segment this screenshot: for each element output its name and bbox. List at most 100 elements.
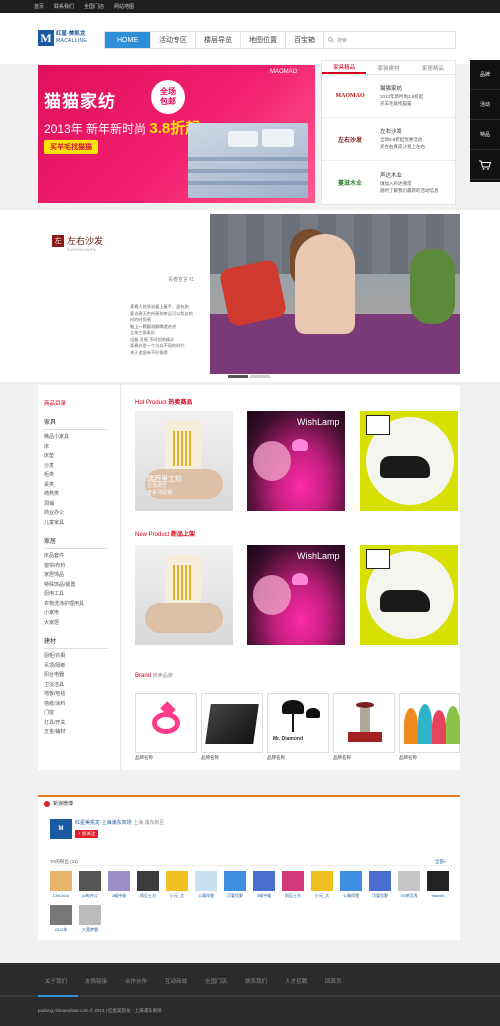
top-link-sitemap[interactable]: 网站地图 (114, 3, 134, 10)
account-name[interactable]: 红星美凯龙·上海浦东商场 (75, 820, 132, 826)
brand-card[interactable] (201, 693, 263, 753)
fan-name[interactable]: 公寓伴狸 (192, 893, 220, 899)
tab-row[interactable]: MAOMAO 猫猫家纺 2013年新时尚3.8折起 买羊毛就找猫猫 (322, 75, 455, 118)
brand-name[interactable]: 品牌名称 (201, 755, 219, 761)
brand-card[interactable] (399, 693, 460, 753)
category-item[interactable]: 大家居 (44, 619, 108, 629)
fan-avatar[interactable] (398, 871, 420, 891)
category-item[interactable]: 床垫 (44, 452, 108, 462)
product-card-plate[interactable] (360, 545, 458, 645)
slider-dot[interactable] (250, 375, 270, 378)
fan-avatar[interactable] (137, 871, 159, 891)
category-item[interactable]: 墙纸/涂料 (44, 700, 108, 710)
fan-avatar[interactable] (340, 871, 362, 891)
category-item[interactable]: 灯具/开关 (44, 719, 108, 729)
footer-link-mall[interactable]: 互动商城 (165, 977, 187, 985)
nav-map[interactable]: 地图位置 (241, 32, 286, 48)
category-item[interactable]: 五金/辅材 (44, 728, 108, 738)
search-input[interactable]: 搜索 (324, 32, 455, 48)
fan-name[interactable]: 可爱信野 (366, 893, 394, 899)
fan-name[interactable]: 公寓伴狸 (337, 893, 365, 899)
category-item[interactable]: 柜类 (44, 471, 108, 481)
brand-card[interactable] (135, 693, 197, 753)
top-link-stores[interactable]: 全国门店 (84, 3, 104, 10)
category-item[interactable]: 洞铺 (44, 500, 108, 510)
banner-cta-button[interactable]: 买羊毛找猫猫 (44, 140, 98, 154)
category-item[interactable]: 儿童家具 (44, 519, 108, 529)
follow-button[interactable]: + 加关注 (75, 830, 99, 838)
category-item[interactable]: 精品小家具 (44, 433, 108, 443)
fan-avatar[interactable] (195, 871, 217, 891)
category-item[interactable]: 床 (44, 443, 108, 453)
category-item[interactable]: 床品套件 (44, 552, 108, 562)
brand-name[interactable]: 品牌名称 (333, 755, 351, 761)
nav-floors[interactable]: 楼层导览 (196, 32, 241, 48)
category-item[interactable]: 桌类 (44, 481, 108, 491)
nav-treasure[interactable]: 百宝箱 (286, 32, 324, 48)
slider-dot[interactable] (228, 375, 248, 378)
category-item[interactable]: 卫浴洁具 (44, 681, 108, 691)
fan-name[interactable]: 大营梦雷 (76, 927, 104, 933)
product-card-plate[interactable] (360, 411, 458, 511)
fan-name[interactable]: 3喵乎喵 (250, 893, 278, 899)
tab-home[interactable]: 家居精品 (411, 61, 455, 74)
sidebar-cart[interactable] (470, 150, 500, 180)
fan-name[interactable]: ju的办公 (76, 893, 104, 899)
category-item[interactable]: 厨柜/衣橱 (44, 652, 108, 662)
fan-name[interactable]: 小元_大 (308, 893, 336, 899)
category-item[interactable]: 小家电 (44, 609, 108, 619)
fan-name[interactable]: biaoshi (424, 893, 452, 898)
site-logo[interactable]: M 红星·美凯龙 MACALLINE (38, 29, 96, 47)
category-item[interactable]: 窗帘/布料 (44, 562, 108, 572)
product-card-cup[interactable] (135, 545, 233, 645)
brand-card[interactable]: Mr. Diamond (267, 693, 329, 753)
fan-avatar[interactable] (79, 871, 101, 891)
footer-link-home[interactable]: 回首页 (325, 977, 342, 985)
fan-avatar[interactable] (253, 871, 275, 891)
fan-avatar[interactable] (108, 871, 130, 891)
sofa-photo[interactable] (210, 214, 460, 374)
fan-name[interactable]: 再见土方 (279, 893, 307, 899)
brand-name[interactable]: 品牌名称 (135, 755, 153, 761)
promo-banner[interactable]: MAOMAO 猫猫家纺 全场 包邮 2013年 新年新时尚 3.8折起 买羊毛找猫… (38, 65, 315, 203)
footer-link-friends[interactable]: 友情链接 (85, 977, 107, 985)
brand-card[interactable] (333, 693, 395, 753)
footer-link-stores[interactable]: 全国门店 (205, 977, 227, 985)
product-card-cup[interactable]: 瑞西里工坊 生活调艺 全系列促销 (135, 411, 233, 511)
product-card-wishlamp[interactable]: WishLamp (247, 545, 345, 645)
category-item[interactable]: 阳台电器 (44, 671, 108, 681)
fan-avatar[interactable] (427, 871, 449, 891)
nav-home[interactable]: HOME (105, 32, 151, 48)
fan-avatar[interactable] (79, 905, 101, 925)
fan-name[interactable]: ChiChiJu (47, 893, 75, 898)
tab-row[interactable]: 蔓滋木业 声达木业 填加入声达德宫 随时了解我们最新的活动信息 (322, 161, 455, 204)
product-card-wishlamp[interactable]: WishLamp (247, 411, 345, 511)
fan-avatar[interactable] (224, 871, 246, 891)
fan-avatar[interactable] (50, 905, 72, 925)
top-link-contact[interactable]: 联系我们 (54, 3, 74, 10)
category-item[interactable]: 地板/地毯 (44, 690, 108, 700)
tab-row[interactable]: 左右沙发 左右沙发 全场6.8折起优惠活动 买左右真皮沙发上左右 (322, 118, 455, 161)
fan-avatar[interactable] (311, 871, 333, 891)
fan-name[interactable]: 再见土方 (134, 893, 162, 899)
top-link-home[interactable]: 首页 (34, 3, 44, 10)
tab-building[interactable]: 家装建材 (366, 61, 410, 74)
footer-link-about[interactable]: 关于我们 (45, 977, 67, 985)
sidebar-brand[interactable]: 品牌 (470, 60, 500, 90)
fan-name[interactable]: 2012年 (47, 927, 75, 933)
fan-name[interactable]: 3喵乎喵 (105, 893, 133, 899)
sidebar-activity[interactable]: 活动 (470, 90, 500, 120)
category-item[interactable]: 特殊饰品/装置 (44, 581, 108, 591)
fan-avatar[interactable] (282, 871, 304, 891)
fan-name[interactable]: V5挤沉浅 (395, 893, 423, 899)
nav-events[interactable]: 活动专区 (151, 32, 196, 48)
tab-furniture[interactable]: 家具精品 (322, 61, 367, 74)
sidebar-special[interactable]: 特品 (470, 120, 500, 150)
fan-avatar[interactable] (369, 871, 391, 891)
brand-name[interactable]: 品牌名称 (267, 755, 285, 761)
footer-link-jobs[interactable]: 人才招聘 (285, 977, 307, 985)
category-item[interactable]: 厨用工具 (44, 590, 108, 600)
brand-name[interactable]: 品牌名称 (399, 755, 417, 761)
footer-link-contact[interactable]: 联系我们 (245, 977, 267, 985)
category-item[interactable]: 门窗 (44, 709, 108, 719)
